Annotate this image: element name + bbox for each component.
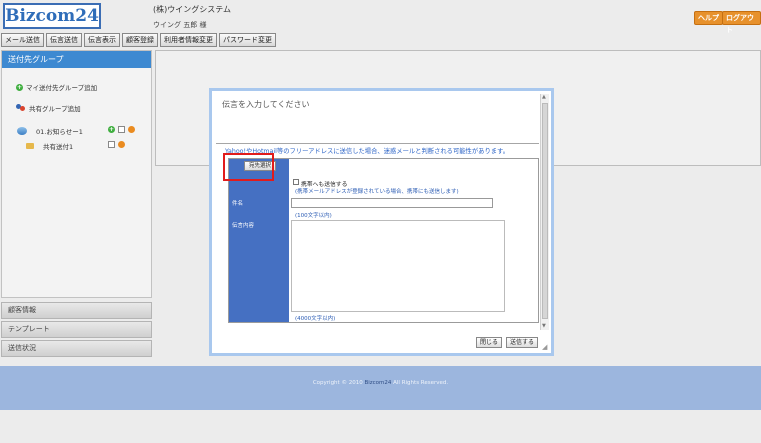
my-group-add[interactable]: + マイ送付先グループ追加: [16, 82, 97, 92]
edit-icon[interactable]: [118, 126, 125, 133]
nav-mail-send[interactable]: メール送信: [1, 33, 44, 47]
sidebar-header[interactable]: 送付先グループ: [2, 51, 151, 68]
shared1-actions: [108, 141, 125, 148]
scroll-down-icon[interactable]: ▼: [542, 323, 546, 329]
body-limit: (4000文字以内): [295, 316, 336, 322]
message-form: 宛先選択 件名 伝言内容 携帯へも送信する (携帯メールアドレスが登録されている…: [228, 158, 539, 323]
delete-icon[interactable]: [128, 126, 135, 133]
send-button[interactable]: 送信する: [506, 337, 539, 348]
copyright-suffix: All Rights Reserved.: [393, 380, 449, 386]
footer: [0, 366, 761, 410]
subject-label: 件名: [232, 201, 244, 207]
scroll-thumb[interactable]: [542, 103, 548, 319]
nav-customer-register[interactable]: 顧客登録: [122, 33, 158, 47]
mobile-send-checkbox[interactable]: [293, 179, 299, 185]
copyright: Copyright © 2010 Bizcom24 All Rights Res…: [0, 380, 761, 386]
message-body-textarea[interactable]: [291, 220, 505, 312]
add-icon[interactable]: +: [108, 126, 115, 133]
shared1-label: 共有送付1: [43, 143, 74, 151]
close-button[interactable]: 閉じる: [476, 337, 503, 348]
message-dialog: 伝言を入力してください Yahoo!やHotmail等のフリーアドレスに送信した…: [209, 88, 554, 356]
sidebar-item-shared1[interactable]: 共有送付1: [26, 141, 73, 151]
scroll-up-icon[interactable]: ▲: [542, 94, 546, 100]
accordion-template[interactable]: テンプレート: [1, 321, 152, 338]
main-nav: メール送信 伝言送信 伝言表示 顧客登録 利用者情報変更 パスワード変更: [1, 33, 276, 47]
shared-group-add-label: 共有グループ追加: [29, 105, 81, 113]
mobile-send-note: (携帯メールアドレスが登録されている場合、携帯にも送信します): [295, 189, 459, 195]
accordion-send-status[interactable]: 送信状況: [1, 340, 152, 357]
company-name: (株)ウイングシステム: [153, 5, 232, 14]
accordion-customer-info[interactable]: 顧客情報: [1, 302, 152, 319]
shared-group-add[interactable]: 共有グループ追加: [16, 103, 81, 113]
nav-message-view[interactable]: 伝言表示: [84, 33, 120, 47]
subject-limit: (100文字以内): [295, 213, 332, 219]
nav-password-change[interactable]: パスワード変更: [219, 33, 276, 47]
copyright-brand[interactable]: Bizcom24: [364, 380, 391, 386]
app-logo: Bizcom24: [3, 3, 101, 29]
sidebar-item-group1[interactable]: 01.お知らせー1: [17, 126, 83, 136]
my-group-add-label: マイ送付先グループ追加: [26, 84, 98, 92]
logout-button[interactable]: ログアウト: [722, 11, 761, 34]
dialog-title: 伝言を入力してください: [222, 100, 310, 109]
nav-message-send[interactable]: 伝言送信: [46, 33, 82, 47]
highlight-box: [223, 153, 274, 181]
resize-grip-icon[interactable]: ◢: [542, 343, 547, 351]
users-icon: [16, 103, 26, 113]
folder-icon: [26, 143, 34, 149]
copyright-prefix: Copyright © 2010: [312, 380, 363, 386]
plus-icon: +: [16, 83, 23, 91]
user-name: ウイング 五郎 様: [153, 21, 207, 29]
globe-icon: [17, 127, 27, 135]
group1-actions: +: [108, 126, 135, 133]
dialog-scrollbar[interactable]: ▲ ▼: [540, 94, 549, 330]
form-label-column: 宛先選択 件名 伝言内容: [229, 159, 289, 322]
sidebar: 送付先グループ + マイ送付先グループ追加 共有グループ追加 01.お知らせー1…: [1, 50, 152, 298]
nav-user-info-change[interactable]: 利用者情報変更: [160, 33, 217, 47]
edit-icon[interactable]: [108, 141, 115, 148]
group1-label: 01.お知らせー1: [36, 128, 83, 136]
delete-icon[interactable]: [118, 141, 125, 148]
subject-input[interactable]: [291, 198, 493, 208]
dialog-divider: [216, 143, 539, 144]
body-label: 伝言内容: [232, 223, 255, 229]
help-button[interactable]: ヘルプ: [694, 11, 723, 25]
